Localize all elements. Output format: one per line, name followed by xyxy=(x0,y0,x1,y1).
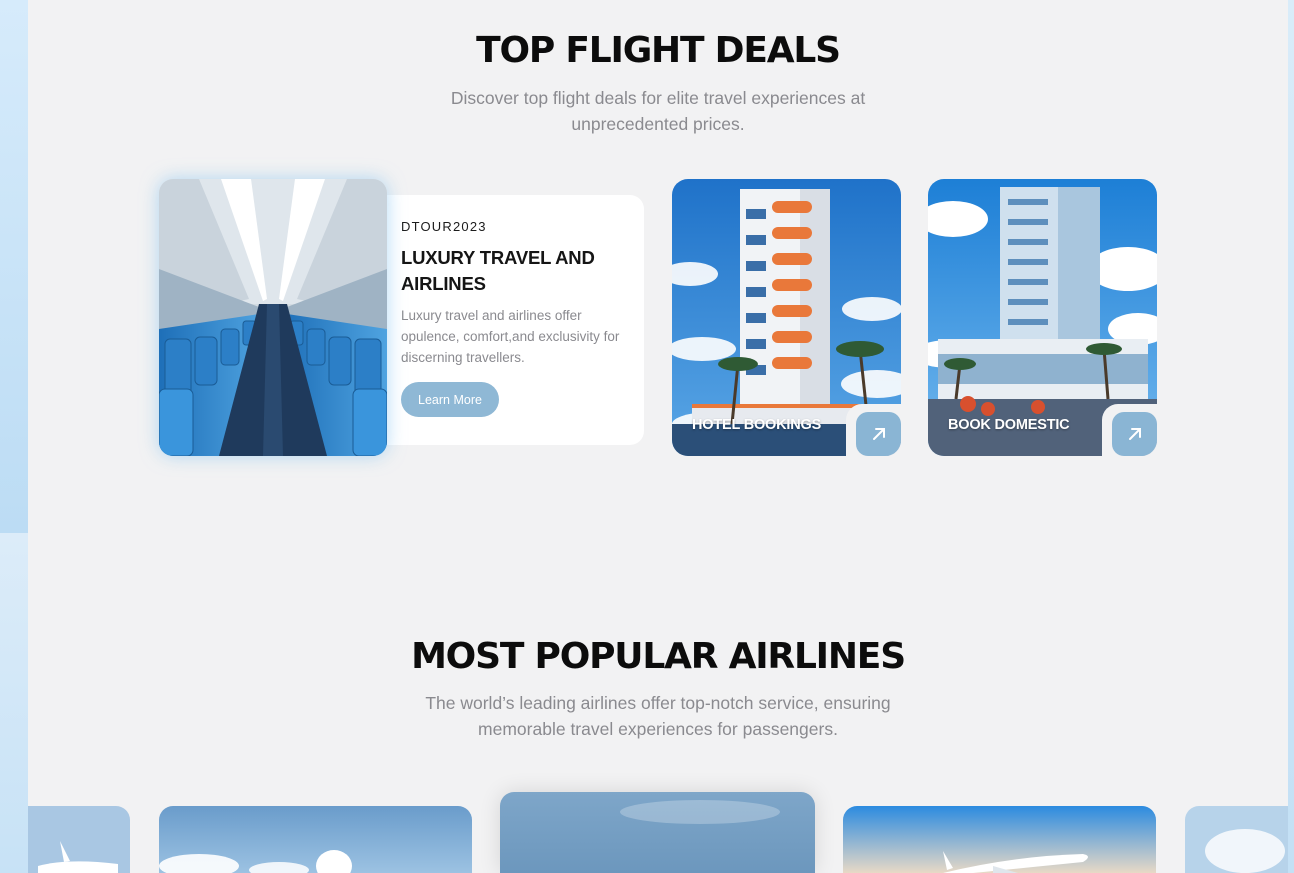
left-edge-background-lower xyxy=(0,533,28,873)
hotel-bookings-label: HOTEL BOOKINGS xyxy=(692,417,822,433)
right-edge-background xyxy=(1288,0,1294,873)
deal-title: LUXURY TRAVEL AND AIRLINES xyxy=(401,247,595,294)
deal-description: Luxury travel and airlines offer opulenc… xyxy=(401,308,620,365)
hotel-bookings-arrow-button[interactable] xyxy=(856,412,901,456)
airlines-subtitle: The world’s leading airlines offer top-n… xyxy=(358,690,958,742)
arrow-up-right-icon xyxy=(1128,428,1141,440)
deal-code: DTOUR2023 xyxy=(401,219,487,234)
featured-deal-card: DTOUR2023 LUXURY TRAVEL AND AIRLINES Lux… xyxy=(384,195,644,445)
deals-subtitle: Discover top flight deals for elite trav… xyxy=(358,85,958,137)
left-edge-background xyxy=(0,0,28,533)
airline-card[interactable] xyxy=(843,806,1156,873)
airline-card-featured[interactable] xyxy=(500,792,815,873)
airlines-subtitle-line1: The world’s leading airlines offer top-n… xyxy=(425,693,891,713)
hotel-bookings-tile[interactable]: HOTEL BOOKINGS xyxy=(672,179,901,456)
book-domestic-label: BOOK DOMESTIC xyxy=(948,417,1070,433)
deals-subtitle-line2: unprecedented prices. xyxy=(571,114,745,134)
sky-image xyxy=(500,792,815,873)
plane-in-sky-image xyxy=(159,806,472,873)
book-domestic-tile[interactable]: BOOK DOMESTIC xyxy=(928,179,1157,456)
deals-subtitle-line1: Discover top flight deals for elite trav… xyxy=(450,88,866,108)
plane-image xyxy=(28,806,130,873)
plane-in-flight-image xyxy=(843,806,1156,873)
airplane-cabin-image xyxy=(159,179,387,456)
arrow-up-right-icon xyxy=(872,428,885,440)
book-domestic-arrow-button[interactable] xyxy=(1112,412,1157,456)
airline-card-partial-right[interactable] xyxy=(1185,806,1288,873)
airlines-title: MOST POPULAR AIRLINES xyxy=(411,636,906,677)
page-content: TOP FLIGHT DEALS Discover top flight dea… xyxy=(28,0,1288,873)
learn-more-button[interactable]: Learn More xyxy=(401,382,499,417)
deals-title: TOP FLIGHT DEALS xyxy=(476,30,841,71)
airlines-subtitle-line2: memorable travel experiences for passeng… xyxy=(478,719,838,739)
airline-card-partial-left[interactable] xyxy=(28,806,130,873)
airline-card[interactable] xyxy=(159,806,472,873)
sky-image xyxy=(1185,806,1288,873)
